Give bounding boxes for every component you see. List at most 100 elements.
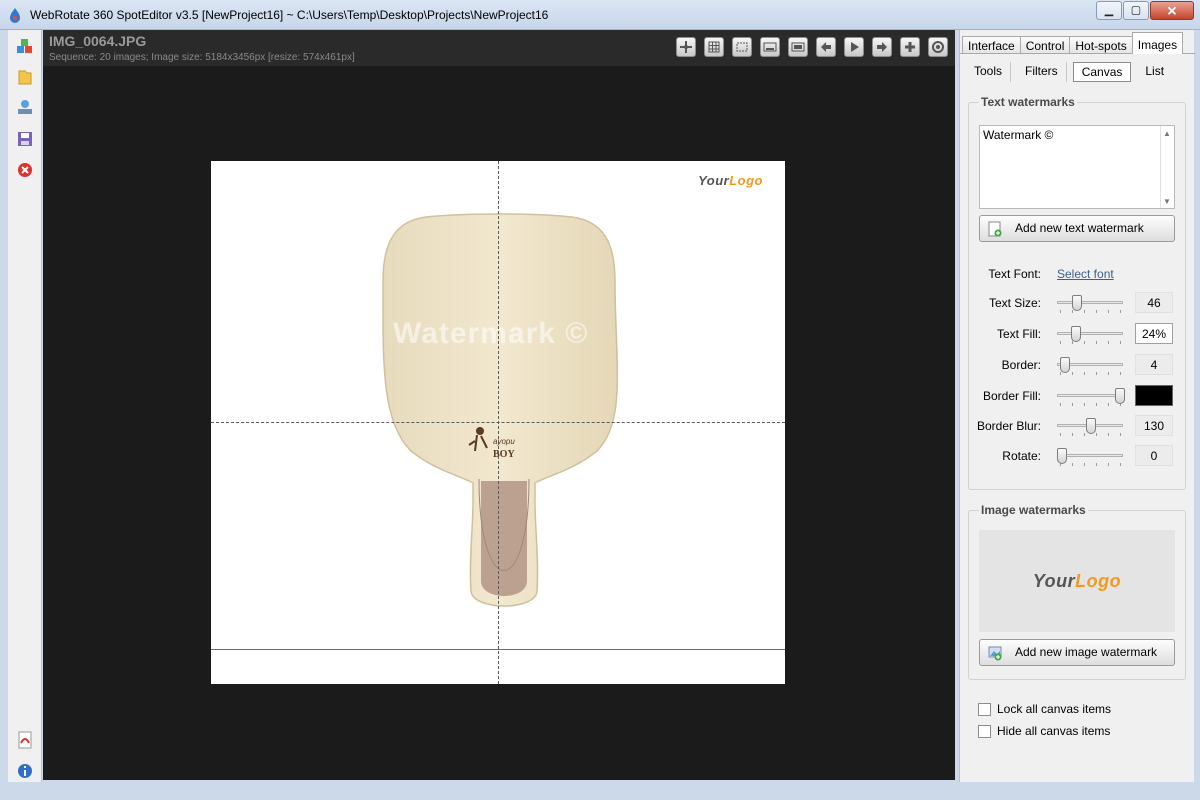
play-button[interactable] xyxy=(844,37,864,57)
grid-button[interactable] xyxy=(704,37,724,57)
logo-text-your: Your xyxy=(1032,570,1076,591)
subtab-list[interactable]: List xyxy=(1137,62,1172,82)
param-label: Border Fill: xyxy=(982,389,1041,403)
horizontal-guide[interactable] xyxy=(211,422,785,423)
lock-canvas-items-checkbox[interactable]: Lock all canvas items xyxy=(978,702,1111,716)
image-viewer[interactable]: YourLogo Watermark © ayopu BOY xyxy=(43,66,955,780)
slider-thumb[interactable] xyxy=(1072,295,1082,311)
param-row-border-blur: Border Blur: 130 xyxy=(969,415,1187,437)
left-toolbar xyxy=(8,30,42,782)
new-project-button[interactable] xyxy=(16,38,34,56)
maximize-button[interactable]: ▢ xyxy=(1123,1,1149,20)
slider-thumb[interactable] xyxy=(1057,448,1067,464)
border-blur-slider[interactable] xyxy=(1057,418,1125,437)
status-bar xyxy=(0,782,1200,800)
add-image-watermark-button[interactable]: Add new image watermark xyxy=(979,639,1175,666)
border-blur-value[interactable]: 130 xyxy=(1135,415,1173,436)
add-text-watermark-button[interactable]: Add new text watermark xyxy=(979,215,1175,242)
checkbox-box[interactable] xyxy=(978,702,991,716)
checkbox-box[interactable] xyxy=(978,724,991,738)
subtab-canvas[interactable]: Canvas xyxy=(1072,62,1132,82)
canvas-text-watermark[interactable]: Watermark © xyxy=(393,317,588,351)
param-label: Border: xyxy=(1001,358,1041,372)
rotate-slider[interactable] xyxy=(1057,448,1125,467)
param-row-border-fill: Border Fill: xyxy=(969,385,1187,407)
viewer-header: IMG_0064.JPG Sequence: 20 images; Image … xyxy=(43,30,955,66)
canvas-logo-watermark[interactable]: YourLogo xyxy=(698,173,763,188)
subtab-filters[interactable]: Filters xyxy=(1017,62,1067,82)
slider-thumb[interactable] xyxy=(1086,418,1096,434)
pdf-help-button[interactable] xyxy=(16,731,34,749)
window-title: WebRotate 360 SpotEditor v3.5 [NewProjec… xyxy=(30,8,549,22)
properties-panel: Interface Control Hot-spots Images Tools… xyxy=(959,30,1195,782)
delete-icon xyxy=(18,163,32,177)
fit-width-button[interactable] xyxy=(760,37,780,57)
play-icon xyxy=(851,42,859,52)
reset-view-button[interactable] xyxy=(928,37,948,57)
selection-icon xyxy=(736,42,748,52)
list-item[interactable]: Watermark © xyxy=(983,128,1171,142)
param-row-border: Border: 4 xyxy=(969,354,1187,376)
image-watermark-preview[interactable]: YourLogo xyxy=(979,530,1175,632)
previous-frame-button[interactable] xyxy=(816,37,836,57)
param-row-text-size: Text Size: 46 xyxy=(969,292,1187,314)
slider-thumb[interactable] xyxy=(1071,326,1081,342)
arrow-right-icon xyxy=(877,42,887,52)
rotate-value[interactable]: 0 xyxy=(1135,445,1173,466)
add-image-watermark-label: Add new image watermark xyxy=(1015,645,1158,659)
hide-canvas-items-checkbox[interactable]: Hide all canvas items xyxy=(978,724,1110,738)
open-button[interactable] xyxy=(16,68,34,86)
info-button[interactable] xyxy=(16,762,34,780)
tab-interface[interactable]: Interface xyxy=(962,36,1021,54)
fit-width-icon xyxy=(763,42,777,52)
text-size-value[interactable]: 46 xyxy=(1135,292,1173,313)
fit-screen-button[interactable] xyxy=(788,37,808,57)
minimize-button[interactable]: ▁ xyxy=(1096,1,1122,20)
delete-button[interactable] xyxy=(16,161,34,179)
publish-icon xyxy=(18,100,32,114)
image-canvas[interactable]: YourLogo Watermark © ayopu BOY xyxy=(211,161,785,684)
next-frame-button[interactable] xyxy=(872,37,892,57)
text-fill-slider[interactable] xyxy=(1057,326,1125,345)
save-button[interactable] xyxy=(16,130,34,148)
slider-thumb[interactable] xyxy=(1060,357,1070,373)
cubes-icon xyxy=(17,39,32,53)
product-label-bottom: BOY xyxy=(493,449,515,460)
font-row: Text Font: Select font xyxy=(969,263,1187,285)
border-slider[interactable] xyxy=(1057,357,1125,376)
title-bar: WebRotate 360 SpotEditor v3.5 [NewProjec… xyxy=(0,0,1200,30)
grid-icon xyxy=(708,41,720,53)
list-scrollbar[interactable]: ▲ ▼ xyxy=(1160,126,1174,208)
tab-control[interactable]: Control xyxy=(1019,36,1071,54)
logo-text-your: Your xyxy=(698,173,730,188)
hide-canvas-items-label: Hide all canvas items xyxy=(997,724,1111,738)
text-watermarks-group: Text watermarks Watermark © ▲ ▼ Add new … xyxy=(968,95,1187,490)
select-font-link[interactable]: Select font xyxy=(1057,267,1114,281)
tab-images[interactable]: Images xyxy=(1131,32,1184,54)
bottom-guide[interactable] xyxy=(211,649,785,650)
main-tabs: Interface Control Hot-spots Images xyxy=(962,32,1184,54)
scroll-up-icon[interactable]: ▲ xyxy=(1163,129,1171,138)
maximize-icon: ▢ xyxy=(1130,4,1142,16)
slider-thumb[interactable] xyxy=(1115,388,1125,404)
param-row-rotate: Rotate: 0 xyxy=(969,445,1187,467)
text-watermark-list[interactable]: Watermark © ▲ ▼ xyxy=(979,125,1175,209)
scroll-down-icon[interactable]: ▼ xyxy=(1163,197,1171,206)
text-fill-value[interactable]: 24% xyxy=(1135,323,1173,344)
border-value[interactable]: 4 xyxy=(1135,354,1173,375)
target-icon xyxy=(932,41,944,53)
subtab-tools[interactable]: Tools xyxy=(966,62,1012,82)
border-fill-color-swatch[interactable] xyxy=(1135,385,1173,406)
close-button[interactable]: ✕ xyxy=(1150,1,1194,20)
logo-preview: YourLogo xyxy=(1033,571,1121,592)
zoom-in-button[interactable] xyxy=(900,37,920,57)
publish-button[interactable] xyxy=(16,98,34,116)
border-fill-slider[interactable] xyxy=(1057,388,1125,407)
pan-button[interactable] xyxy=(676,37,696,57)
tab-hot-spots[interactable]: Hot-spots xyxy=(1069,36,1133,54)
select-area-button[interactable] xyxy=(732,37,752,57)
image-name: IMG_0064.JPG xyxy=(49,33,147,49)
add-document-icon xyxy=(988,221,1002,237)
lock-canvas-items-label: Lock all canvas items xyxy=(997,702,1112,716)
text-size-slider[interactable] xyxy=(1057,295,1125,314)
